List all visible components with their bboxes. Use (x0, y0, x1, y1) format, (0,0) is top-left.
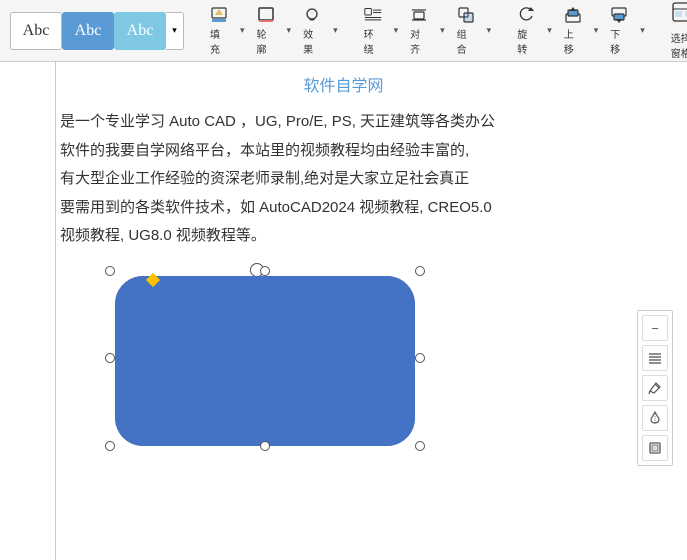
document-title: 软件自学网 (60, 72, 627, 96)
up-icon (564, 6, 582, 24)
align-tool[interactable]: 对齐 (404, 4, 434, 58)
fill-dropdown-arrow[interactable]: ▾ (240, 25, 245, 36)
outline-label: 轮廓 (257, 26, 275, 56)
down-dropdown-arrow[interactable]: ▾ (640, 25, 645, 36)
handle-bottom-right[interactable] (415, 441, 425, 451)
style-btn-1[interactable]: Abc (10, 12, 62, 50)
down-icon (610, 6, 628, 24)
effect-tool[interactable]: 效果 (297, 4, 327, 58)
align-label: 对齐 (410, 26, 428, 56)
handle-middle-left[interactable] (105, 353, 115, 363)
minus-btn[interactable]: − (642, 315, 668, 341)
handle-top-right[interactable] (415, 266, 425, 276)
down-label: 下移 (610, 26, 628, 56)
select-window-label: 选择窗格 (671, 30, 687, 60)
floating-toolbar: − (637, 310, 673, 466)
align-icon (410, 6, 428, 24)
combine-label: 组合 (457, 26, 475, 56)
handle-bottom-center[interactable] (260, 441, 270, 451)
toolbar: Abc Abc Abc ▾ 填充 ▾ 轮廓 ▾ 效果 ▾ (0, 0, 687, 62)
style-btn-3[interactable]: Abc (114, 12, 166, 50)
rotate-label: 旋转 (517, 26, 535, 56)
down-tool[interactable]: 下移 (604, 4, 634, 58)
up-dropdown-arrow[interactable]: ▾ (594, 25, 599, 36)
select-window-tool[interactable]: 选择窗格 (665, 1, 687, 60)
handle-bottom-left[interactable] (105, 441, 115, 451)
fill-icon (210, 6, 228, 24)
outline-icon (257, 6, 275, 24)
rotate-icon (517, 6, 535, 24)
edit-btn[interactable] (642, 375, 668, 401)
effect-dropdown-arrow[interactable]: ▾ (333, 25, 338, 36)
border-btn[interactable] (642, 435, 668, 461)
rounded-rectangle-shape[interactable] (115, 276, 415, 446)
shape-container (60, 271, 627, 446)
shape-selection-wrapper[interactable] (110, 271, 420, 446)
wrap-icon (364, 6, 382, 24)
document-body: 是一个专业学习 Auto CAD ，UG, Pro/E, PS, 天正建筑等各类… (60, 108, 627, 251)
select-window-icon (671, 1, 687, 27)
effect-icon (303, 6, 321, 24)
effect-label: 效果 (303, 26, 321, 56)
wrap-label: 环绕 (364, 26, 382, 56)
handle-top-center[interactable] (260, 266, 270, 276)
up-tool[interactable]: 上移 (558, 4, 588, 58)
fill-label: 填充 (210, 26, 228, 56)
fill-color-btn[interactable] (642, 405, 668, 431)
outline-dropdown-arrow[interactable]: ▾ (287, 25, 292, 36)
combine-dropdown-arrow[interactable]: ▾ (487, 25, 492, 36)
combine-icon (457, 6, 475, 24)
combine-tool[interactable]: 组合 (451, 4, 481, 58)
up-label: 上移 (564, 26, 582, 56)
rotate-dropdown-arrow[interactable]: ▾ (547, 25, 552, 36)
rotate-tool[interactable]: 旋转 (511, 4, 541, 58)
handle-middle-right[interactable] (415, 353, 425, 363)
style-dropdown[interactable]: ▾ (166, 12, 184, 50)
align-dropdown-arrow[interactable]: ▾ (440, 25, 445, 36)
document-content: 软件自学网 是一个专业学习 Auto CAD ，UG, Pro/E, PS, 天… (0, 62, 687, 456)
fill-color-icon (648, 411, 662, 425)
align-text-btn[interactable] (642, 345, 668, 371)
style-btn-2[interactable]: Abc (62, 12, 114, 50)
style-buttons-group: Abc Abc Abc ▾ (10, 12, 184, 50)
border-icon (648, 441, 662, 455)
wrap-tool[interactable]: 环绕 (358, 4, 388, 58)
handle-top-left[interactable] (105, 266, 115, 276)
outline-tool[interactable]: 轮廓 (251, 4, 281, 58)
wrap-dropdown-arrow[interactable]: ▾ (394, 25, 399, 36)
fill-tool[interactable]: 填充 (204, 4, 234, 58)
chevron-down-icon: ▾ (172, 25, 177, 36)
align-text-icon (648, 351, 662, 365)
edit-icon (648, 381, 662, 395)
